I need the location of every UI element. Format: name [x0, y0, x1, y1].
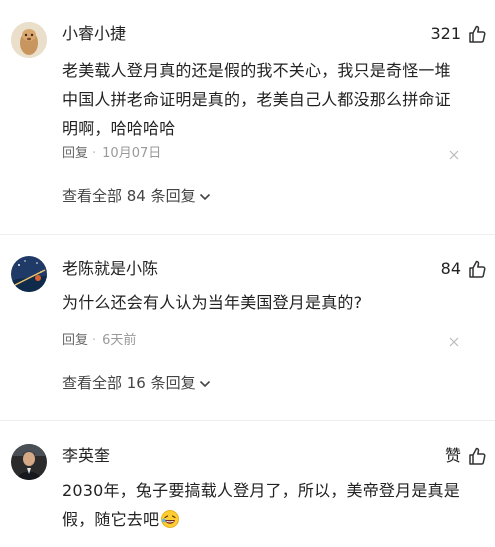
close-icon[interactable]: [449, 150, 459, 160]
comment-date: 6天前: [102, 333, 137, 348]
comment-text: 为什么还会有人认为当年美国登月是真的?: [62, 293, 363, 312]
view-replies-label: 查看全部 16 条回复: [62, 374, 196, 392]
avatar-image: [11, 444, 47, 480]
comment-text: 老美载人登月真的还是假的我不关心，我只是奇怪一堆中国人拼老命证明是真的，老美自己…: [62, 61, 451, 138]
thumbs-up-icon[interactable]: [467, 24, 487, 44]
reply-button[interactable]: 回复: [62, 146, 88, 161]
chevron-down-icon: [199, 380, 210, 387]
avatar-image: [11, 22, 47, 58]
comment-text-body: 2030年，兔子要搞载人登月了，所以，美帝登月是真是假，随它去吧: [62, 481, 460, 529]
close-icon[interactable]: [449, 337, 459, 347]
avatar[interactable]: [11, 22, 47, 58]
comment-meta: 回复 · 6天前: [62, 332, 136, 350]
like-count[interactable]: 赞: [445, 446, 461, 466]
thumbs-up-icon[interactable]: [467, 446, 487, 466]
avatar-image: [11, 256, 47, 292]
divider: [0, 420, 495, 421]
username[interactable]: 李英奎: [62, 446, 110, 466]
username[interactable]: 老陈就是小陈: [62, 259, 158, 279]
view-replies-button[interactable]: 查看全部 84 条回复: [62, 186, 211, 206]
chevron-down-icon: [199, 193, 210, 200]
thumbs-up-icon[interactable]: [467, 259, 487, 279]
separator: ·: [92, 333, 97, 348]
laughing-emoji-icon: [161, 510, 180, 528]
reply-button[interactable]: 回复: [62, 333, 88, 348]
username[interactable]: 小睿小捷: [62, 24, 126, 44]
like-count[interactable]: 84: [441, 259, 461, 279]
view-replies-button[interactable]: 查看全部 16 条回复: [62, 373, 211, 393]
avatar[interactable]: [11, 444, 47, 480]
separator: ·: [92, 146, 97, 161]
comment-text: 2030年，兔子要搞载人登月了，所以，美帝登月是真是假，随它去吧: [62, 476, 462, 534]
comment-meta: 回复 · 10月07日: [62, 145, 161, 163]
comment-date: 10月07日: [102, 146, 162, 161]
divider: [0, 234, 495, 235]
avatar[interactable]: [11, 256, 47, 292]
like-count[interactable]: 321: [430, 24, 461, 44]
view-replies-label: 查看全部 84 条回复: [62, 187, 196, 205]
